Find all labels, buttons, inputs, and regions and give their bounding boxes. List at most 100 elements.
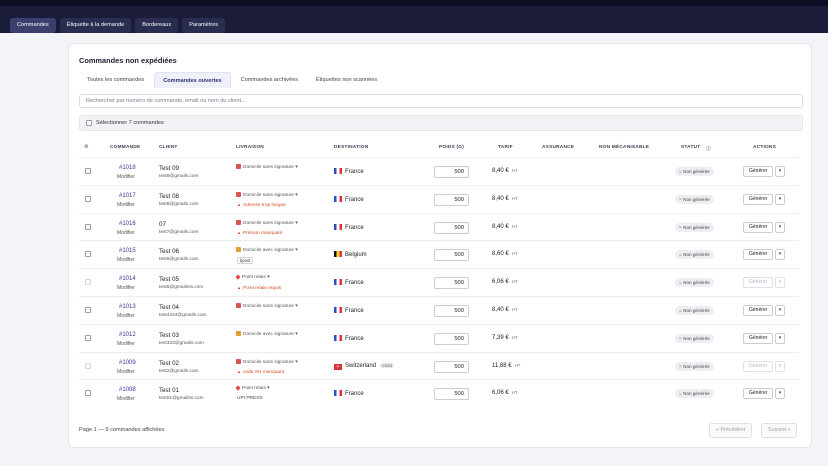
nav-etiquette-demande[interactable]: Étiquette à la demande [59, 18, 132, 33]
select-all-checkbox[interactable] [86, 120, 92, 126]
package-icon [236, 330, 241, 336]
order-id-link[interactable]: #1009 [119, 360, 136, 366]
modify-link[interactable]: Modifier [117, 174, 135, 180]
tab-unscanned-labels[interactable]: Étiquettes non scannées [308, 72, 385, 88]
delivery-service[interactable]: Domicile sans signature ▾ [236, 219, 298, 226]
price-value: 8,40 € [492, 223, 509, 230]
more-options-button[interactable]: ▾ [775, 388, 785, 400]
price: 8,40 € HT [492, 224, 518, 230]
destination: France [334, 223, 364, 231]
generate-button[interactable]: Générer [743, 332, 774, 344]
modify-link[interactable]: Modifier [117, 396, 135, 402]
modify-link[interactable]: Modifier [117, 369, 135, 375]
row-checkbox[interactable] [85, 334, 91, 341]
modify-link[interactable]: Modifier [117, 202, 135, 208]
modify-link[interactable]: Modifier [117, 230, 135, 236]
more-options-button[interactable]: ▾ [775, 360, 785, 372]
delivery-service[interactable]: Domicile avec signature ▾ [236, 330, 298, 337]
row-checkbox[interactable] [85, 390, 91, 397]
client-email: test4444@gmails.com [159, 313, 207, 318]
more-options-button[interactable]: ▾ [775, 249, 785, 261]
order-id-link[interactable]: #1008 [119, 387, 136, 393]
row-checkbox[interactable] [85, 223, 91, 230]
price-ht: HT [511, 223, 518, 229]
settings-icon[interactable]: ⚙ [84, 145, 89, 150]
modify-link[interactable]: Modifier [117, 313, 135, 319]
price-ht: HT [511, 334, 518, 340]
weight-input[interactable]: 500 [434, 221, 469, 234]
tab-archived-orders[interactable]: Commandes archivées [233, 72, 306, 88]
more-options-button[interactable]: ▾ [775, 332, 785, 344]
generate-button[interactable]: Générer [743, 305, 774, 316]
nav-bordereaux[interactable]: Bordereaux [135, 18, 179, 33]
delivery-service[interactable]: Domicile sans signature ▾ [236, 164, 298, 170]
weight-input[interactable]: 500 [434, 193, 469, 206]
order-id-link[interactable]: #1013 [119, 304, 136, 310]
order-id-link[interactable]: #1012 [119, 332, 136, 338]
generate-button[interactable]: Générer [743, 388, 774, 400]
delivery-service[interactable]: Point relais ▾ [235, 385, 269, 391]
delivery-service[interactable]: Domicile sans signature ▾ [236, 358, 298, 365]
destination-country: Belgium [345, 252, 367, 259]
flag-icon [334, 390, 342, 397]
weight-input[interactable]: 500 [434, 277, 469, 290]
weight-input[interactable]: 500 [434, 332, 469, 345]
col-destination: DESTINATION [334, 145, 369, 150]
customs-badge: CN23 [380, 362, 395, 368]
modify-link[interactable]: Modifier [117, 285, 135, 291]
table-row: #1015 Modifier Test 06 test6@gmails.com … [79, 240, 799, 268]
more-options-button[interactable]: ▾ [775, 221, 785, 233]
more-options-button[interactable]: ▾ [775, 193, 785, 205]
row-checkbox[interactable] [85, 307, 91, 313]
select-all-bar: Sélectionner 7 commandes [79, 115, 803, 131]
row-checkbox[interactable] [85, 362, 91, 369]
client-name: Test 04 [159, 304, 179, 311]
delivery-service[interactable]: Domicile sans signature ▾ [236, 303, 298, 309]
more-options-button[interactable]: ▾ [775, 277, 785, 289]
next-page-button[interactable]: Suivant » [761, 423, 798, 438]
info-icon[interactable]: ⓘ [706, 145, 711, 152]
weight-input[interactable]: 500 [434, 305, 469, 317]
row-checkbox[interactable] [85, 168, 91, 174]
row-checkbox[interactable] [85, 251, 91, 258]
row-checkbox[interactable] [85, 279, 91, 286]
delivery-service-label: Domicile sans signature [243, 359, 294, 365]
price-value: 7,39 € [492, 334, 509, 341]
more-options-button[interactable]: ▾ [775, 305, 785, 316]
generate-button[interactable]: Générer [743, 360, 774, 372]
order-id-link[interactable]: #1016 [119, 221, 136, 227]
delivery-service[interactable]: Domicile avec signature ▾ [236, 247, 298, 253]
delivery-service[interactable]: Domicile sans signature ▾ [236, 191, 298, 198]
weight-input[interactable]: 500 [434, 388, 469, 401]
client-name: Test 02 [159, 359, 179, 367]
generate-button[interactable]: Générer [743, 249, 774, 261]
price-value: 8,40 € [492, 168, 509, 174]
status-badge: Non générée [675, 389, 714, 399]
modify-link[interactable]: Modifier [117, 341, 135, 347]
order-id-link[interactable]: #1018 [119, 165, 136, 171]
generate-button[interactable]: Générer [743, 277, 774, 289]
col-assurance: ASSURANCE [542, 145, 575, 150]
search-input[interactable]: Rechercher par numéro de commande, email… [79, 94, 803, 108]
nav-commandes[interactable]: Commandes [10, 18, 56, 33]
delivery-service[interactable]: Point relais ▾ [235, 274, 269, 280]
generate-button[interactable]: Générer [743, 193, 774, 205]
weight-input[interactable]: 500 [434, 360, 469, 373]
tab-open-orders[interactable]: Commandes ouvertes [154, 72, 231, 88]
generate-button[interactable]: Générer [743, 221, 774, 233]
nav-parametres[interactable]: Paramètres [182, 18, 226, 33]
order-id-link[interactable]: #1015 [119, 248, 136, 254]
order-id-link[interactable]: #1014 [119, 276, 136, 282]
price-ht: HT [511, 279, 518, 285]
tab-all-orders[interactable]: Toutes les commandes [79, 72, 152, 88]
weight-input[interactable]: 500 [434, 166, 469, 178]
client-name: Test 05 [159, 276, 179, 284]
row-checkbox[interactable] [85, 195, 91, 202]
generate-button[interactable]: Générer [743, 166, 774, 177]
prev-page-button[interactable]: « Précédent [709, 423, 753, 438]
more-options-button[interactable]: ▾ [775, 166, 785, 177]
client-name: Test 08 [159, 192, 179, 200]
modify-link[interactable]: Modifier [117, 257, 135, 263]
weight-input[interactable]: 500 [434, 249, 469, 262]
order-id-link[interactable]: #1017 [119, 193, 136, 199]
